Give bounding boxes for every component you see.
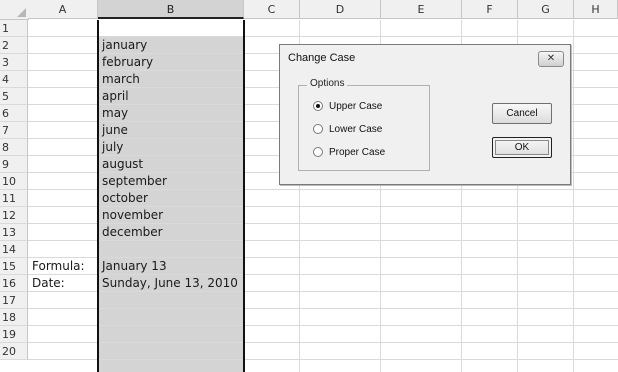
column-header-a[interactable]: A [28,0,98,19]
row-header-4[interactable]: 4 [0,71,28,88]
row-header-20[interactable]: 20 [0,343,28,360]
row-header-5[interactable]: 5 [0,88,28,105]
cell-b8[interactable]: july [102,139,123,156]
close-button[interactable]: ✕ [538,51,564,67]
row-header-10[interactable]: 10 [0,173,28,190]
cell-b13[interactable]: december [102,224,163,241]
upper-case-radio[interactable] [313,101,323,111]
options-group-label: Options [307,78,348,89]
row-header-8[interactable]: 8 [0,139,28,156]
proper-case-radio[interactable] [313,147,323,157]
row-header-1[interactable]: 1 [0,20,28,37]
selection-border-left [97,20,99,372]
cell-b15[interactable]: January 13 [102,258,167,275]
cell-a16[interactable]: Date: [32,275,65,292]
row-header-16[interactable]: 16 [0,275,28,292]
gridline [28,325,618,326]
row-header-15[interactable]: 15 [0,258,28,275]
cancel-button[interactable]: Cancel [492,103,552,124]
column-header-e[interactable]: E [381,0,462,19]
column-header-d[interactable]: D [300,0,381,19]
lower-case-radio[interactable] [313,124,323,134]
row-header-9[interactable]: 9 [0,156,28,173]
upper-case-label: Upper Case [329,100,383,112]
row-header-19[interactable]: 19 [0,326,28,343]
proper-case-option[interactable]: Proper Case [313,144,385,160]
cell-b4[interactable]: march [102,71,140,88]
cell-b11[interactable]: october [102,190,148,207]
proper-case-label: Proper Case [329,146,386,158]
cell-b7[interactable]: june [102,122,128,139]
select-all-corner[interactable] [0,0,29,20]
ok-button[interactable]: OK [492,137,552,158]
row-header-13[interactable]: 13 [0,224,28,241]
row-header-18[interactable]: 18 [0,309,28,326]
row-header-17[interactable]: 17 [0,292,28,309]
column-header-c[interactable]: C [244,0,300,19]
row-header-7[interactable]: 7 [0,122,28,139]
gridline [28,342,618,343]
cell-b9[interactable]: august [102,156,143,173]
cell-b2[interactable]: january [102,37,147,54]
close-icon: ✕ [546,53,556,64]
cell-b6[interactable]: may [102,105,128,122]
column-header-b[interactable]: B [98,0,244,19]
column-header-f[interactable]: F [462,0,518,19]
cell-b3[interactable]: february [102,54,153,71]
cell-b10[interactable]: september [102,173,167,190]
active-cell-b1[interactable] [99,20,243,36]
row-header-6[interactable]: 6 [0,105,28,122]
row-header-11[interactable]: 11 [0,190,28,207]
change-case-dialog: Change Case ✕ Options Upper Case Lower C… [279,44,571,185]
column-header-row: A B C D E F G H [0,0,618,20]
lower-case-label: Lower Case [329,123,383,135]
column-header-h[interactable]: H [574,0,618,19]
row-header-12[interactable]: 12 [0,207,28,224]
row-header-2[interactable]: 2 [0,37,28,54]
selection-border-right [243,20,245,372]
row-header-3[interactable]: 3 [0,54,28,71]
select-all-icon [17,8,26,17]
gridline [28,308,618,309]
gridline [28,359,618,360]
row-header-14[interactable]: 14 [0,241,28,258]
cell-b5[interactable]: april [102,88,129,105]
dialog-title: Change Case [288,52,356,64]
cell-b16[interactable]: Sunday, June 13, 2010 [102,275,238,292]
upper-case-option[interactable]: Upper Case [313,98,382,114]
gridline [573,20,574,372]
cell-b12[interactable]: november [102,207,163,224]
spreadsheet: A B C D E F G H 1 2 3 4 5 6 7 8 9 10 11 … [0,0,618,372]
cell-a15[interactable]: Formula: [32,258,85,275]
column-header-g[interactable]: G [518,0,574,19]
options-groupbox: Options Upper Case Lower Case Proper Cas… [298,78,430,171]
lower-case-option[interactable]: Lower Case [313,121,382,137]
